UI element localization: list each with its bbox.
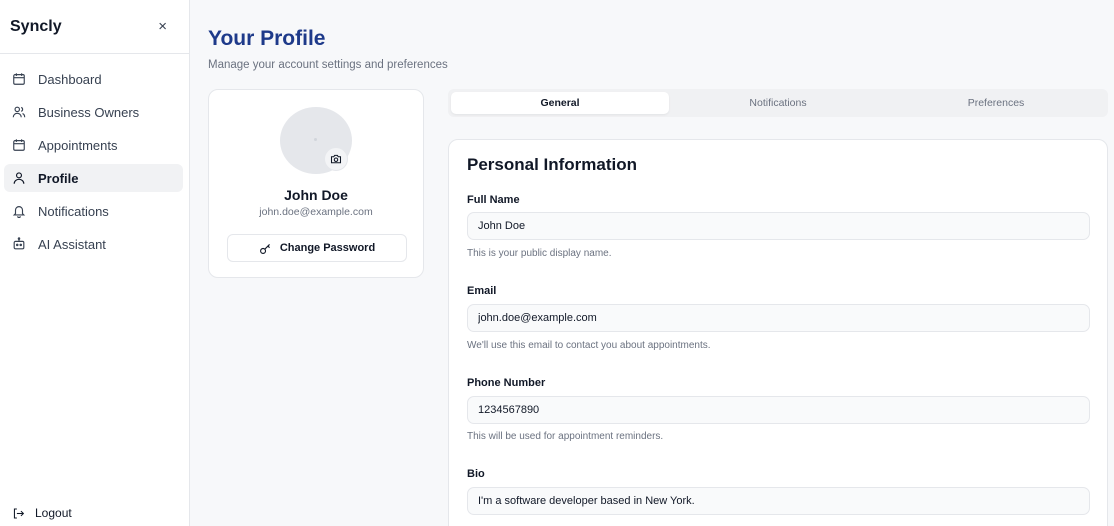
full-name-input[interactable] xyxy=(467,212,1090,240)
sidebar-item-label: Business Owners xyxy=(38,104,140,120)
tab-preferences[interactable]: Preferences xyxy=(887,92,1105,114)
email-label: Email xyxy=(467,285,497,297)
calendar-icon xyxy=(13,139,25,151)
sidebar-item-dashboard[interactable]: Dashboard xyxy=(4,65,183,93)
close-icon[interactable]: × xyxy=(158,19,167,34)
users-icon xyxy=(12,106,26,118)
email-field[interactable] xyxy=(467,304,1090,332)
section-title: Personal Information xyxy=(467,155,638,174)
page-subtitle: Manage your account settings and prefere… xyxy=(208,59,448,71)
profile-email: john.doe@example.com xyxy=(259,206,373,218)
tab-general[interactable]: General xyxy=(451,92,669,114)
phone-input[interactable] xyxy=(467,396,1090,424)
settings-tabs: General Notifications Preferences xyxy=(448,89,1108,117)
camera-icon xyxy=(330,154,342,164)
bio-label: Bio xyxy=(467,468,485,480)
page-title: Your Profile xyxy=(208,27,326,50)
sidebar-item-ai-assistant[interactable]: AI Assistant xyxy=(4,230,183,258)
phone-hint: This will be used for appointment remind… xyxy=(467,431,664,442)
sidebar-item-appointments[interactable]: Appointments xyxy=(4,131,183,159)
sidebar-header: Syncly × xyxy=(0,0,189,54)
bell-icon xyxy=(12,206,26,218)
avatar-placeholder xyxy=(314,138,317,141)
change-photo-button[interactable] xyxy=(324,147,348,171)
profile-name: John Doe xyxy=(284,187,348,203)
sidebar: Syncly × Dashboard Business Owners Appoi… xyxy=(0,0,190,526)
bio-textarea[interactable] xyxy=(467,487,1090,515)
change-password-button[interactable]: Change Password xyxy=(227,234,407,262)
change-password-label: Change Password xyxy=(279,242,376,254)
profile-card: John Doe john.doe@example.com Change Pas… xyxy=(208,89,424,278)
sidebar-item-label: Profile xyxy=(38,170,79,186)
sidebar-nav: Dashboard Business Owners Appointments P… xyxy=(0,54,189,258)
full-name-hint: This is your public display name. xyxy=(467,248,612,259)
logout-icon xyxy=(13,508,25,518)
tab-notifications[interactable]: Notifications xyxy=(669,92,887,114)
sidebar-item-label: AI Assistant xyxy=(38,236,106,252)
key-icon xyxy=(259,243,270,254)
email-hint: We'll use this email to contact you abou… xyxy=(467,340,711,351)
bot-icon xyxy=(13,237,25,250)
logout-button[interactable]: Logout xyxy=(12,506,72,520)
logout-label: Logout xyxy=(35,506,72,520)
sidebar-item-business-owners[interactable]: Business Owners xyxy=(4,98,183,126)
sidebar-item-label: Dashboard xyxy=(38,71,102,87)
phone-label: Phone Number xyxy=(467,377,546,389)
brand-name: Syncly xyxy=(10,17,62,35)
sidebar-item-label: Appointments xyxy=(38,137,118,153)
personal-information-card: Personal Information Full Name This is y… xyxy=(448,139,1108,526)
user-icon xyxy=(13,172,25,184)
full-name-label: Full Name xyxy=(467,194,520,206)
sidebar-item-notifications[interactable]: Notifications xyxy=(4,197,183,225)
sidebar-item-profile[interactable]: Profile xyxy=(4,164,183,192)
calendar-icon xyxy=(13,73,25,85)
sidebar-item-label: Notifications xyxy=(38,203,109,219)
